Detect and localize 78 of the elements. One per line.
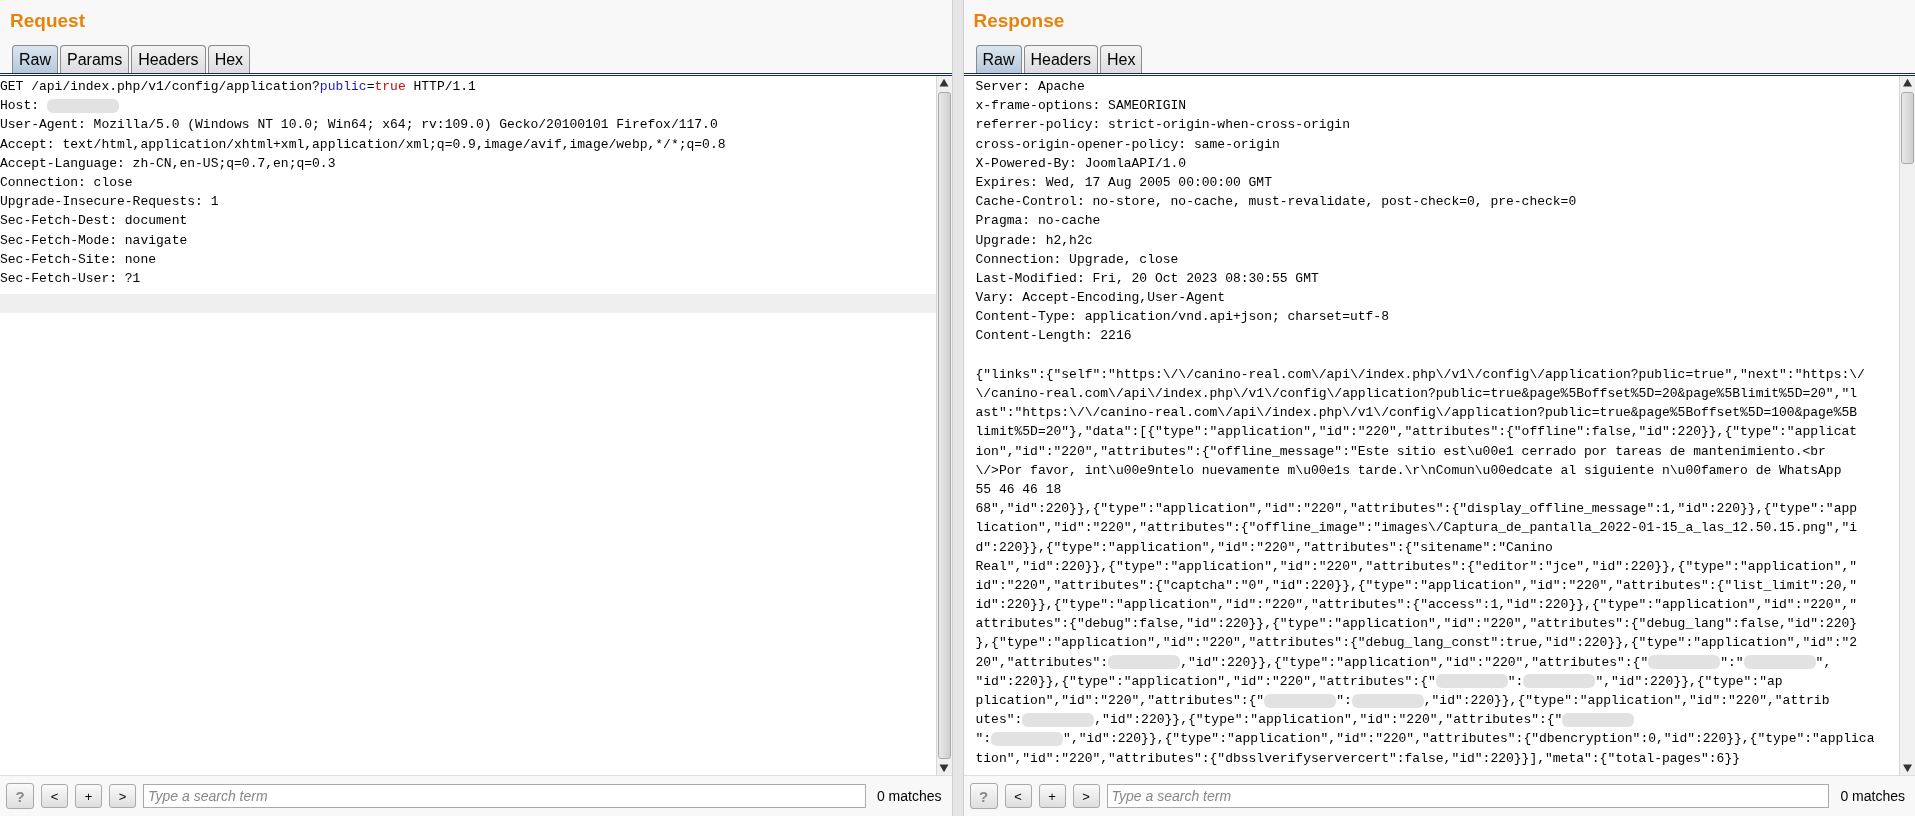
code-line: \/canino-real.com\/api\/index.php\/v1\/config\/application?public=true&page%5Boffset%5D=20&page%5Blimit%5D=20","l [975, 385, 1859, 403]
code-line: 55 46 46 18 [975, 480, 1063, 499]
vertical-scrollbar[interactable] [935, 76, 952, 775]
code-text: ": [975, 730, 992, 749]
code-line: GET /api/index.php/v1/config/application?public=true HTTP/1.1 [0, 78, 477, 96]
code-line: cross-origin-opener-policy: same-origin [975, 135, 1281, 154]
code-text: ,"id":220}},{"type":"application","id":"220","attributes":{" [1094, 711, 1563, 730]
code-line: Expires: Wed, 17 Aug 2005 00:00:00 GMT [975, 173, 1273, 192]
code-line: Sec-Fetch-Mode: navigate [0, 231, 189, 250]
code-line: 68","id":220}},{"type":"application","id":"220","attributes":{"display_offline_message":1,"id":220}},{"type":"app [975, 500, 1859, 519]
code-line: Server: Apache [975, 78, 1086, 96]
code-text: ,"id":220}},{"type":"application","id":"220","attrib [1423, 692, 1830, 710]
tab[interactable]: Hex [1100, 45, 1143, 73]
match-count: 0 matches [875, 788, 943, 804]
tab[interactable]: Raw [12, 45, 58, 73]
code-line: X-Powered-By: JoomlaAPI/1.0 [975, 154, 1188, 173]
add-button[interactable]: + [1038, 784, 1066, 808]
tab[interactable]: Raw [975, 45, 1022, 73]
code-line: lication","id":"220","attributes":{"offline_image":"images\/Captura_de_pantalla_2022-01-15_a_las_12.50.15.png","i [975, 519, 1859, 538]
code-line: },{"type":"application","id":"220","attributes":{"debug_lang_const":true,"id":220}},{"type":"application","id":"2 [975, 634, 1859, 653]
code-line: x-frame-options: SAMEORIGIN [975, 97, 1188, 116]
code-line: Content-Type: application/vnd.api+json; charset=utf-8 [975, 308, 1390, 327]
code-text: plication","id":"220","attributes":{" [975, 692, 1265, 710]
code-text: Host: [0, 97, 40, 116]
code-line: referrer-policy: strict-origin-when-cross-origin [975, 116, 1351, 135]
code-line: Accept-Language: zh-CN,en-US;q=0.7,en;q=0.3 [0, 154, 337, 173]
vertical-scrollbar[interactable] [1899, 76, 1915, 775]
code-text: ": [1507, 672, 1524, 691]
code-line: Cache-Control: no-store, no-cache, must-revalidate, post-check=0, pre-check=0 [975, 193, 1578, 212]
code-text: ":" [1720, 653, 1744, 672]
code-line: Sec-Fetch-User: ?1 [0, 269, 142, 288]
match-count: 0 matches [1839, 788, 1906, 804]
next-button[interactable]: > [109, 784, 136, 808]
code-line: Pragma: no-cache [975, 212, 1102, 231]
scrollbar-thumb[interactable] [1901, 92, 1914, 164]
panel-title: Response [972, 9, 1066, 33]
code-line: Vary: Accept-Encoding,User-Agent [975, 289, 1227, 308]
add-button[interactable]: + [75, 784, 102, 808]
previous-button[interactable]: < [41, 784, 68, 808]
tab[interactable]: Headers [1023, 45, 1098, 73]
code-line: Real","id":220}},{"type":"application","id":"220","attributes":{"editor":"jce","id":220}},{"type":"application"," [975, 557, 1859, 576]
code-line: Connection: Upgrade, close [975, 250, 1180, 269]
code-line: {"links":{"self":"https:\/\/canino-real.com\/api\/index.php\/v1\/config\/application?public=true","next":"https:\/ [975, 365, 1866, 384]
code-line: \/>Por favor, int\u00e9ntelo nuevamente m\u00e1s tarde.\r\nComun\u00edcate al siguiente n\u00famero de WhatsApp [975, 461, 1843, 480]
code-line: ast":"https:\/\/canino-real.com\/api\/index.php\/v1\/config\/application?public=true&page%5Boffset%5D=100&page%5B [975, 404, 1859, 423]
code-text: ": [1336, 692, 1352, 710]
tab[interactable]: Params [60, 45, 130, 73]
search-field[interactable]: Type a search term [143, 784, 866, 808]
code-text: ,"id":220}},{"type":"application","id":"220","attributes":{" [1180, 653, 1649, 672]
code-text: ","id":220}},{"type":"ap [1595, 672, 1783, 691]
code-text: utes": [975, 711, 1023, 730]
code-line: Connection: close [0, 173, 134, 192]
tab[interactable]: Hex [207, 45, 251, 73]
code-line: Accept: text/html,application/xhtml+xml,application/xml;q=0.9,image/avif,image/webp,*/*;q=0.8 [0, 135, 727, 154]
next-button[interactable]: > [1072, 784, 1100, 808]
panel-title: Request [9, 9, 86, 33]
code-line: id":220}},{"type":"application","id":"220","attributes":{"access":1,"id":220}},{"type":"application","id":"220"," [975, 596, 1859, 615]
code-line: Content-Length: 2216 [975, 327, 1133, 346]
tab[interactable]: Headers [131, 45, 206, 73]
code-text: "id":220}},{"type":"application","id":"220","attributes":{" [975, 672, 1436, 691]
code-line: limit%5D=20"},"data":[{"type":"application","id":"220","attributes":{"offline":false,"id":220}},{"type":"applicat [975, 423, 1859, 442]
code-line: User-Agent: Mozilla/5.0 (Windows NT 10.0; Win64; x64; rv:109.0) Gecko/20100101 Firefox/117.0 [0, 116, 719, 135]
code-text: ", [1815, 653, 1832, 672]
code-line: Upgrade: h2,h2c [975, 231, 1094, 250]
code-text: ","id":220}},{"type":"application","id":"220","attributes":{"dbencryption":0,"id":220}},{"type":"applica [1063, 730, 1875, 749]
code-line: attributes":{"debug":false,"id":220}},{"type":"application","id":"220","attributes":{"debug_lang":false,"id":220} [975, 615, 1859, 634]
code-line: tion","id":"220","attributes":{"dbsslverifyservercert":false,"id":220}}],"meta":{"total-pages":6}} [975, 749, 1742, 768]
code-line: d":220}},{"type":"application","id":"220","attributes":{"sitename":"Canino [975, 538, 1554, 557]
search-field[interactable]: Type a search term [1106, 784, 1830, 808]
code-line: id":"220","attributes":{"captcha":"0","id":220}},{"type":"application","id":"220","attributes":{"list_limit":20," [975, 576, 1859, 595]
previous-button[interactable]: < [1004, 784, 1032, 808]
code-text: 20","attributes": [975, 653, 1109, 672]
code-line: ion","id":"220","attributes":{"offline_message":"Este sitio est\u00e1 cerrado por tareas de mantenimiento.<br [975, 442, 1827, 461]
code-line: Last-Modified: Fri, 20 Oct 2023 08:30:55 GMT [975, 269, 1320, 288]
code-line: Sec-Fetch-Dest: document [0, 212, 189, 231]
scrollbar-thumb[interactable] [937, 92, 951, 759]
code-line: Upgrade-Insecure-Requests: 1 [0, 193, 220, 212]
code-line: Sec-Fetch-Site: none [0, 250, 158, 269]
